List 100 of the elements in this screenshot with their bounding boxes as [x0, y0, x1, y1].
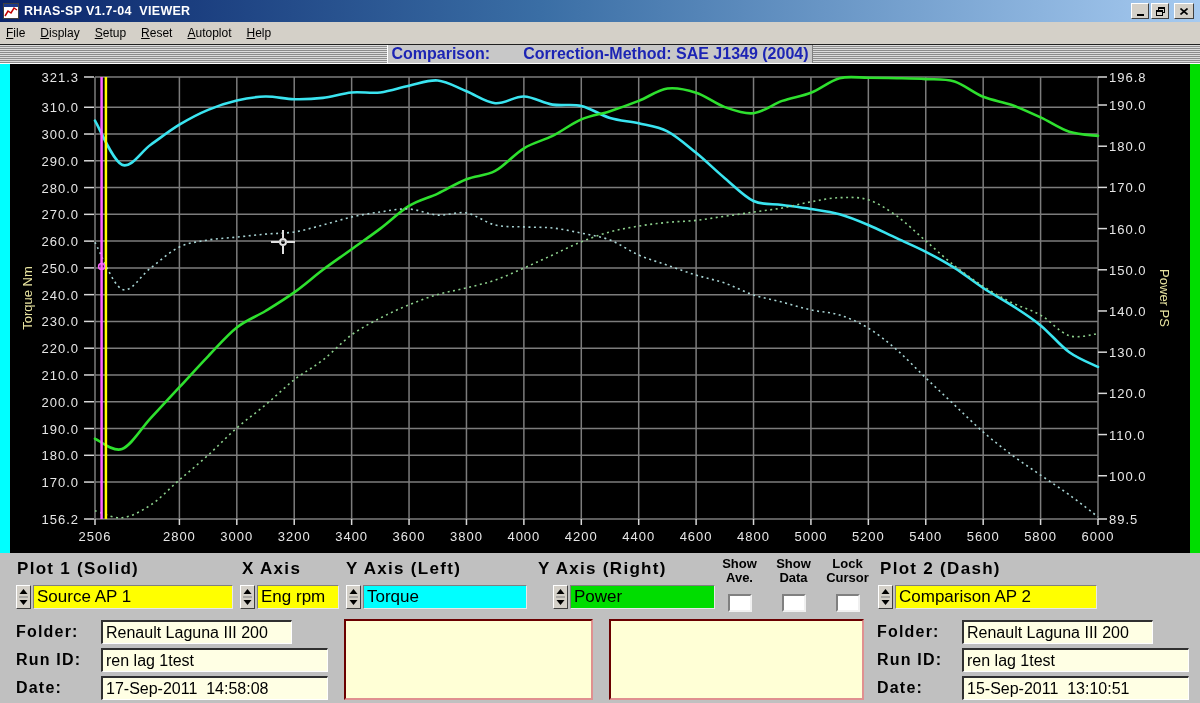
axis-tick-label: 170.0	[41, 475, 79, 491]
axis-tick-label: 140.0	[1109, 304, 1147, 319]
field-label: Date:	[16, 679, 63, 697]
spinner-button[interactable]	[240, 585, 255, 609]
notes-area[interactable]	[344, 619, 593, 700]
axis-tick-label: 4200	[564, 529, 598, 544]
axis-title: Power PS	[1157, 269, 1172, 327]
axis-tick-label: 4600	[679, 529, 713, 544]
column-heading: X Axis	[242, 558, 303, 580]
selector-field[interactable]: Power	[570, 585, 715, 609]
minimize-button[interactable]	[1131, 3, 1149, 19]
field-label: Run ID:	[877, 651, 944, 669]
axis-tick-label: 130.0	[1109, 345, 1147, 361]
axis-title: Torque Nm	[20, 266, 35, 330]
up-down-arrows-icon	[243, 588, 252, 606]
axis-tick-label: 3800	[450, 529, 483, 544]
menu-item[interactable]: Display	[40, 26, 80, 40]
axis-tick-label: 5600	[966, 529, 1000, 544]
axis-tick-label: 89.5	[1109, 512, 1139, 527]
column-heading: Y Axis (Right)	[538, 558, 668, 580]
app-icon	[3, 3, 19, 19]
checkbox[interactable]	[781, 594, 806, 612]
field-label: Folder:	[16, 623, 80, 641]
axis-tick-label: 3200	[277, 529, 311, 544]
selector-field[interactable]: Torque	[363, 585, 527, 609]
column-heading: Y Axis (Left)	[346, 558, 463, 580]
text-field[interactable]: ren lag 1test	[101, 648, 328, 672]
column-heading: Plot 1 (Solid)	[17, 558, 141, 580]
axis-tick-label: 310.0	[41, 100, 79, 116]
axis-tick-label: 270.0	[41, 207, 79, 223]
field-label: Run ID:	[16, 651, 83, 669]
axis-tick-label: 6000	[1081, 529, 1115, 544]
minimize-icon	[1136, 13, 1144, 16]
selector-field[interactable]: Comparison AP 2	[895, 585, 1097, 609]
text-field[interactable]: ren lag 1test	[962, 648, 1189, 672]
menu-item[interactable]: File	[6, 26, 26, 40]
window-title: RHAS-SP V1.7-04 VIEWER	[24, 4, 191, 18]
axis-tick-label: 220.0	[41, 341, 79, 357]
comparison-label: Comparison:	[391, 45, 491, 63]
spinner-button[interactable]	[878, 585, 893, 609]
axis-tick-label: 150.0	[1109, 262, 1147, 278]
axis-tick-label: 230.0	[41, 314, 79, 330]
axis-tick-label: 156.2	[41, 512, 79, 527]
axis-tick-label: 180.0	[1109, 139, 1147, 155]
menu-item[interactable]: Autoplot	[187, 26, 232, 40]
axis-tick-label: 4000	[507, 529, 541, 544]
axis-tick-label: 3000	[220, 529, 254, 544]
axis-tick-label: 260.0	[41, 234, 79, 250]
axis-tick-label: 110.0	[1109, 427, 1146, 443]
spinner-button[interactable]	[346, 585, 361, 609]
axis-tick-label: 210.0	[41, 367, 79, 383]
axis-tick-label: 290.0	[41, 153, 79, 169]
axis-tick-label: 4800	[737, 529, 770, 544]
checkbox[interactable]	[835, 594, 860, 612]
axis-tick-label: 120.0	[1109, 386, 1147, 402]
axis-tick-label: 190.0	[41, 421, 79, 437]
menu-item[interactable]: Reset	[141, 26, 173, 40]
axis-tick-label: 2800	[162, 529, 196, 544]
axis-tick-label: 190.0	[1109, 98, 1147, 113]
axis-tick-label: 170.0	[1109, 180, 1147, 196]
axis-tick-label: 100.0	[1109, 468, 1147, 484]
restore-button[interactable]	[1151, 3, 1169, 19]
axis-tick-label: 196.8	[1109, 70, 1147, 85]
text-field[interactable]: 15-Sep-2011 13:10:51	[962, 676, 1189, 700]
text-field[interactable]: 17-Sep-2011 14:58:08	[101, 676, 328, 700]
up-down-arrows-icon	[881, 588, 890, 606]
up-down-arrows-icon	[556, 588, 565, 606]
close-button[interactable]	[1174, 3, 1194, 19]
axis-tick-label: 5400	[909, 529, 943, 544]
axis-tick-label: 250.0	[41, 260, 79, 276]
notes-area[interactable]	[609, 619, 864, 700]
axis-tick-label: 280.0	[41, 180, 79, 196]
option-label: Lock Cursor	[825, 557, 870, 585]
field-label: Date:	[877, 679, 924, 697]
field-label: Folder:	[877, 623, 941, 641]
checkbox[interactable]	[727, 594, 752, 612]
up-down-arrows-icon	[349, 588, 358, 606]
axis-tick-label: 180.0	[41, 448, 79, 464]
marker-icon	[97, 262, 106, 271]
menu-item[interactable]: Help	[246, 26, 272, 40]
spinner-button[interactable]	[16, 585, 31, 609]
selector-field[interactable]: Eng rpm	[257, 585, 339, 609]
axis-tick-label: 240.0	[41, 287, 79, 303]
column-heading: Plot 2 (Dash)	[880, 558, 1002, 580]
axis-tick-label: 321.3	[41, 70, 79, 85]
axis-tick-label: 2506	[78, 529, 112, 544]
text-field[interactable]: Renault Laguna III 200	[101, 620, 292, 644]
menu-item[interactable]: Setup	[94, 26, 127, 40]
crosshair-icon	[270, 229, 296, 255]
selector-field[interactable]: Source AP 1	[33, 585, 233, 609]
up-down-arrows-icon	[19, 588, 28, 606]
axis-tick-label: 5200	[851, 529, 885, 544]
option-label: Show Ave.	[721, 557, 758, 585]
axis-tick-label: 200.0	[41, 394, 79, 410]
text-field[interactable]: Renault Laguna III 200	[962, 620, 1153, 644]
axis-tick-label: 3400	[335, 529, 369, 544]
spinner-button[interactable]	[553, 585, 568, 609]
option-label: Show Data	[775, 557, 812, 585]
axis-tick-label: 160.0	[1109, 221, 1147, 237]
axis-tick-label: 5800	[1024, 529, 1058, 544]
